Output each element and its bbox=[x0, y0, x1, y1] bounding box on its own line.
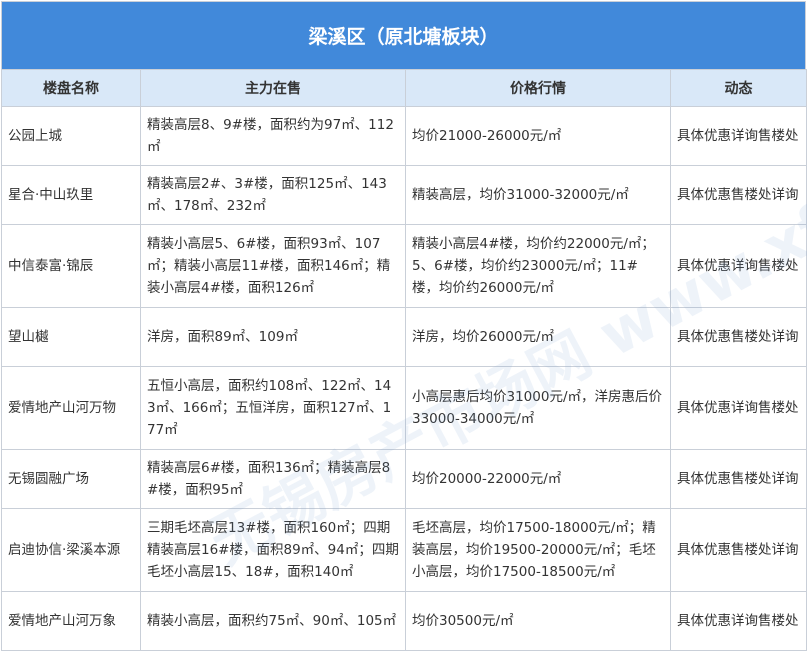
header-main: 主力在售 bbox=[140, 69, 406, 107]
cell-main: 精装高层6#楼，面积136㎡；精装高层8#楼，面积95㎡ bbox=[140, 449, 406, 509]
cell-name: 星合·中山玖里 bbox=[1, 165, 141, 225]
cell-status: 具体优惠售楼处详询 bbox=[670, 449, 807, 509]
cell-status: 具体优惠售楼处详询 bbox=[670, 165, 807, 225]
cell-price: 精装高层，均价31000-32000元/㎡ bbox=[405, 165, 671, 225]
cell-main: 精装小高层，面积约75㎡、90㎡、105㎡ bbox=[140, 591, 406, 651]
cell-price: 均价20000-22000元/㎡ bbox=[405, 449, 671, 509]
cell-price: 精装小高层4#楼，均价约22000元/㎡；5、6#楼，均价约23000元/㎡；1… bbox=[405, 224, 671, 308]
cell-status: 具体优惠售楼处详询 bbox=[670, 307, 807, 367]
cell-price: 洋房，均价26000元/㎡ bbox=[405, 307, 671, 367]
cell-name: 中信泰富·锦辰 bbox=[1, 224, 141, 308]
table-title: 梁溪区（原北塘板块） bbox=[1, 1, 806, 69]
cell-name: 爱情地产山河万物 bbox=[1, 366, 141, 450]
table-row: 无锡圆融广场 精装高层6#楼，面积136㎡；精装高层8#楼，面积95㎡ 均价20… bbox=[1, 449, 807, 509]
cell-name: 无锡圆融广场 bbox=[1, 449, 141, 509]
cell-name: 启迪协信·梁溪本源 bbox=[1, 508, 141, 592]
property-table: 楼盘名称 主力在售 价格行情 动态 公园上城 精装高层8、9#楼，面积约为97㎡… bbox=[1, 69, 807, 651]
cell-main: 洋房，面积89㎡、109㎡ bbox=[140, 307, 406, 367]
table-row: 启迪协信·梁溪本源 三期毛坯高层13#楼，面积160㎡；四期精装高层16#楼，面… bbox=[1, 508, 807, 592]
cell-price: 毛坯高层，均价17500-18000元/㎡；精装高层，均价19500-20000… bbox=[405, 508, 671, 592]
table-row: 公园上城 精装高层8、9#楼，面积约为97㎡、112㎡ 均价21000-2600… bbox=[1, 106, 807, 166]
cell-name: 望山樾 bbox=[1, 307, 141, 367]
cell-status: 具体优惠详询售楼处 bbox=[670, 366, 807, 450]
table-row: 爱情地产山河万象 精装小高层，面积约75㎡、90㎡、105㎡ 均价30500元/… bbox=[1, 591, 807, 651]
table-row: 望山樾 洋房，面积89㎡、109㎡ 洋房，均价26000元/㎡ 具体优惠售楼处详… bbox=[1, 307, 807, 367]
cell-main: 三期毛坯高层13#楼，面积160㎡；四期精装高层16#楼，面积89㎡、94㎡；四… bbox=[140, 508, 406, 592]
cell-status: 具体优惠详询售楼处 bbox=[670, 106, 807, 166]
cell-status: 具体优惠详询售楼处 bbox=[670, 591, 807, 651]
cell-main: 精装高层8、9#楼，面积约为97㎡、112㎡ bbox=[140, 106, 406, 166]
header-price: 价格行情 bbox=[405, 69, 671, 107]
header-name: 楼盘名称 bbox=[1, 69, 141, 107]
header-status: 动态 bbox=[670, 69, 807, 107]
header-row: 楼盘名称 主力在售 价格行情 动态 bbox=[1, 69, 807, 107]
cell-status: 具体优惠详询售楼处 bbox=[670, 224, 807, 308]
cell-price: 小高层惠后均价31000元/㎡，洋房惠后价33000-34000元/㎡ bbox=[405, 366, 671, 450]
cell-main: 精装小高层5、6#楼，面积93㎡、107㎡；精装小高层11#楼，面积146㎡；精… bbox=[140, 224, 406, 308]
cell-price: 均价21000-26000元/㎡ bbox=[405, 106, 671, 166]
table-row: 爱情地产山河万物 五恒小高层，面积约108㎡、122㎡、143㎡、166㎡；五恒… bbox=[1, 366, 807, 450]
cell-main: 精装高层2#、3#楼，面积125㎡、143㎡、178㎡、232㎡ bbox=[140, 165, 406, 225]
cell-main: 五恒小高层，面积约108㎡、122㎡、143㎡、166㎡；五恒洋房，面积127㎡… bbox=[140, 366, 406, 450]
cell-name: 公园上城 bbox=[1, 106, 141, 166]
table-row: 星合·中山玖里 精装高层2#、3#楼，面积125㎡、143㎡、178㎡、232㎡… bbox=[1, 165, 807, 225]
cell-price: 均价30500元/㎡ bbox=[405, 591, 671, 651]
cell-status: 具体优惠售楼处详询 bbox=[670, 508, 807, 592]
table-row: 中信泰富·锦辰 精装小高层5、6#楼，面积93㎡、107㎡；精装小高层11#楼，… bbox=[1, 224, 807, 308]
property-table-card: 梁溪区（原北塘板块） 楼盘名称 主力在售 价格行情 动态 公园上城 精装高层8、… bbox=[1, 1, 807, 655]
cell-name: 爱情地产山河万象 bbox=[1, 591, 141, 651]
